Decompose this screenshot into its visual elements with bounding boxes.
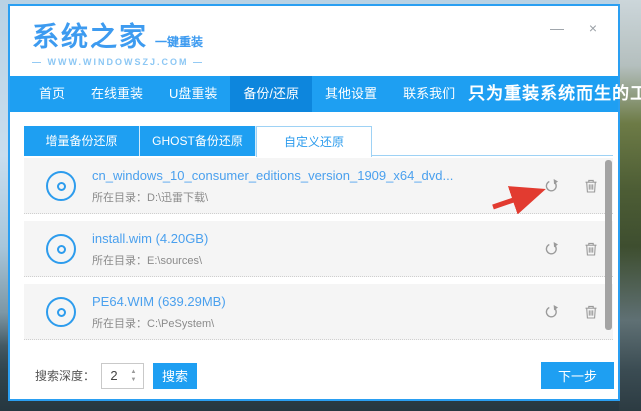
search-depth-stepper: ▲ ▼ <box>101 363 144 389</box>
app-window: 系统之家 一键重装 — WWW.WINDOWSZJ.COM — — × 首页 在… <box>8 4 620 401</box>
nav-item-contact-us[interactable]: 联系我们 <box>390 76 468 112</box>
list-item-windows10-iso[interactable]: cn_windows_10_consumer_editions_version_… <box>24 158 613 214</box>
tab-bar: 增量备份还原 GHOST备份还原 自定义还原 <box>24 126 613 156</box>
app-header: 系统之家 一键重装 — WWW.WINDOWSZJ.COM — — × <box>10 6 618 76</box>
disc-icon-dot <box>57 182 66 191</box>
trash-icon[interactable] <box>583 304 599 320</box>
list-scrollbar[interactable] <box>605 160 612 330</box>
list-item-install-wim[interactable]: install.wim (4.20GB) 所在目录：E:\sources\ <box>24 221 613 277</box>
disc-icon-dot <box>57 308 66 317</box>
window-controls: — × <box>546 18 604 38</box>
nav-item-backup-restore[interactable]: 备份/还原 <box>230 76 312 112</box>
close-icon[interactable]: × <box>582 18 604 38</box>
disc-icon-dot <box>57 245 66 254</box>
list-item-directory: 所在目录：C:\PeSystem\ <box>92 315 226 331</box>
directory-path: C:\PeSystem\ <box>147 318 214 330</box>
search-depth-input[interactable] <box>102 368 126 383</box>
image-file-list: cn_windows_10_consumer_editions_version_… <box>24 158 613 347</box>
list-item-directory: 所在目录：E:\sources\ <box>92 252 208 268</box>
nav-item-online-reinstall[interactable]: 在线重装 <box>78 76 156 112</box>
nav-slogan: 只为重装系统而生的工具 <box>468 76 641 112</box>
list-item-text: install.wim (4.20GB) 所在目录：E:\sources\ <box>92 231 208 268</box>
tab-incremental-backup-restore[interactable]: 增量备份还原 <box>24 126 140 156</box>
main-nav: 首页 在线重装 U盘重装 备份/还原 其他设置 联系我们 只为重装系统而生的工具 <box>10 76 618 112</box>
disc-icon <box>46 297 76 327</box>
directory-label: 所在目录： <box>92 318 147 330</box>
directory-label: 所在目录： <box>92 192 147 204</box>
row-actions <box>543 221 599 276</box>
nav-item-usb-reinstall[interactable]: U盘重装 <box>156 76 230 112</box>
search-depth-label: 搜索深度： <box>35 367 95 384</box>
row-actions <box>543 284 599 339</box>
content-area: 增量备份还原 GHOST备份还原 自定义还原 cn_windows_10_con… <box>10 112 618 399</box>
directory-path: D:\迅雷下载\ <box>147 192 208 204</box>
trash-icon[interactable] <box>583 241 599 257</box>
tab-custom-restore[interactable]: 自定义还原 <box>256 126 372 157</box>
list-item-text: PE64.WIM (639.29MB) 所在目录：C:\PeSystem\ <box>92 294 226 331</box>
nav-item-home[interactable]: 首页 <box>26 76 78 112</box>
list-item-text: cn_windows_10_consumer_editions_version_… <box>92 168 453 205</box>
nav-item-other-settings[interactable]: 其他设置 <box>312 76 390 112</box>
chevron-up-icon[interactable]: ▲ <box>126 369 141 375</box>
directory-label: 所在目录： <box>92 255 147 267</box>
trash-icon[interactable] <box>583 178 599 194</box>
minimize-icon[interactable]: — <box>546 18 568 38</box>
app-logo: 系统之家 一键重装 — WWW.WINDOWSZJ.COM — <box>32 15 204 67</box>
refresh-icon[interactable] <box>543 304 559 320</box>
list-item-title[interactable]: cn_windows_10_consumer_editions_version_… <box>92 168 453 183</box>
row-actions <box>543 158 599 213</box>
list-item-directory: 所在目录：D:\迅雷下载\ <box>92 189 453 205</box>
refresh-icon[interactable] <box>543 241 559 257</box>
desktop-background <box>619 0 641 411</box>
next-step-button[interactable]: 下一步 <box>541 362 614 389</box>
list-item-title[interactable]: install.wim (4.20GB) <box>92 231 208 246</box>
chevron-down-icon[interactable]: ▼ <box>126 377 141 383</box>
refresh-icon[interactable] <box>543 178 559 194</box>
logo-subtitle: 一键重装 <box>155 33 203 50</box>
stepper-arrows: ▲ ▼ <box>126 369 141 383</box>
search-controls: 搜索深度： ▲ ▼ 搜索 <box>35 362 197 389</box>
logo-website: — WWW.WINDOWSZJ.COM — <box>32 57 204 67</box>
search-button[interactable]: 搜索 <box>153 363 197 389</box>
tab-ghost-backup-restore[interactable]: GHOST备份还原 <box>140 126 256 156</box>
disc-icon <box>46 171 76 201</box>
list-item-title[interactable]: PE64.WIM (639.29MB) <box>92 294 226 309</box>
directory-path: E:\sources\ <box>147 255 202 267</box>
logo-title: 系统之家 <box>32 15 148 54</box>
list-item-pe64-wim[interactable]: PE64.WIM (639.29MB) 所在目录：C:\PeSystem\ <box>24 284 613 340</box>
disc-icon <box>46 234 76 264</box>
